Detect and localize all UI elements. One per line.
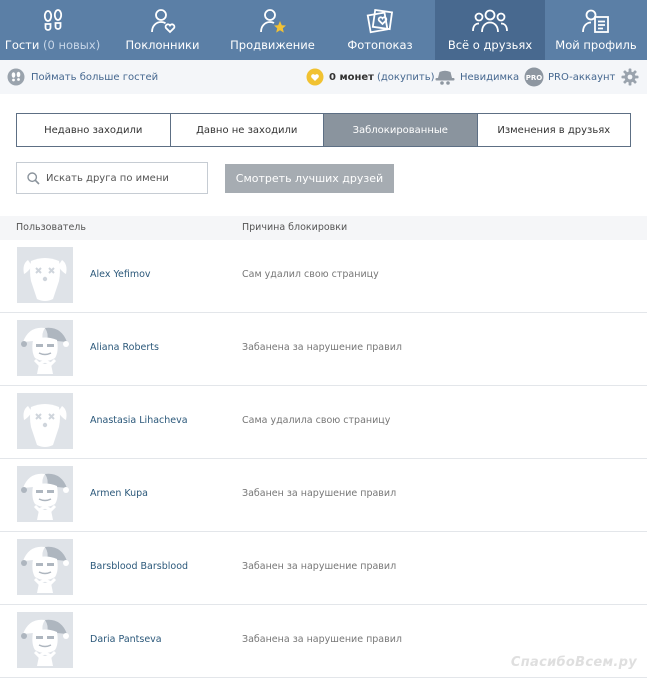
invisible-mode-link[interactable]: Невидимка (435, 60, 519, 94)
tab-long-not-visited[interactable]: Давно не заходили (170, 114, 324, 146)
footprints-badge-icon (7, 68, 25, 86)
catch-guests-link[interactable]: Поймать больше гостей (7, 60, 158, 94)
friend-name-link[interactable]: Aliana Roberts (90, 342, 159, 353)
footprints-icon (43, 9, 62, 31)
banned-jester-icon[interactable] (17, 466, 73, 522)
pro-account-label: PRO-аккаунт (548, 71, 616, 83)
table-row: Armen Kupa Забанен за нарушение правил (0, 459, 647, 532)
tab-recently-visited[interactable]: Недавно заходили (17, 114, 171, 146)
coin-heart-icon (306, 68, 324, 86)
deleted-dog-icon[interactable] (17, 247, 73, 303)
secondary-toolbar: Поймать больше гостей 0 монет (докупить)… (0, 60, 647, 94)
block-reason: Забанена за нарушение правил (242, 634, 402, 645)
tab-guests[interactable]: Гости (0 новых) (0, 0, 105, 60)
tab-my-profile[interactable]: Мой профиль (545, 0, 647, 60)
watermark-text: СпасибоВсем.ру (510, 655, 637, 670)
friend-name-link[interactable]: Daria Pantseva (90, 634, 162, 645)
tab-fans-label: Поклонники (125, 38, 200, 52)
photos-heart-icon (366, 8, 394, 34)
table-header: Пользователь Причина блокировки (0, 216, 647, 240)
deleted-dog-icon[interactable] (17, 393, 73, 449)
tab-photoshow[interactable]: Фотопоказ (325, 0, 435, 60)
spy-hat-icon (435, 70, 455, 85)
tab-all-about-friends-label: Всё о друзьях (447, 38, 533, 52)
buy-coins-link[interactable]: (докупить) (377, 72, 435, 83)
block-reason: Сама удалила свою страницу (242, 415, 391, 426)
column-user: Пользователь (16, 222, 86, 233)
best-friends-button[interactable]: Смотреть лучших друзей (225, 164, 394, 193)
friends-group-icon (472, 9, 508, 33)
friend-name-link[interactable]: Anastasia Lihacheva (90, 415, 188, 426)
tab-fans[interactable]: Поклонники (105, 0, 220, 60)
coins-count: 0 монет (329, 71, 374, 83)
banned-jester-icon[interactable] (17, 539, 73, 595)
invisible-label: Невидимка (460, 71, 520, 83)
gear-icon (621, 68, 639, 86)
block-reason: Забанена за нарушение правил (242, 342, 402, 353)
block-reason: Забанен за нарушение правил (242, 561, 397, 572)
person-heart-icon (150, 9, 175, 34)
banned-jester-icon[interactable] (17, 320, 73, 376)
tab-my-profile-label: Мой профиль (555, 38, 637, 52)
tab-photoshow-label: Фотопоказ (347, 38, 413, 52)
settings-button[interactable] (621, 60, 639, 94)
top-navigation: Гости (0 новых) Поклонники Продвижение Ф… (0, 0, 647, 60)
table-row: Barsblood Barsblood Забанен за нарушение … (0, 532, 647, 605)
tab-promotion[interactable]: Продвижение (220, 0, 325, 60)
catch-guests-label: Поймать больше гостей (31, 71, 159, 83)
friends-filter-tabs: Недавно заходили Давно не заходили Забло… (16, 113, 631, 147)
tab-guests-label: Гости (4, 38, 40, 52)
friend-search-input[interactable] (46, 172, 196, 184)
friend-name-link[interactable]: Armen Kupa (90, 488, 148, 499)
tab-guests-count: (0 новых) (43, 38, 101, 52)
search-icon (27, 171, 40, 185)
tab-blocked[interactable]: Заблокированные (324, 114, 478, 146)
coins-balance[interactable]: 0 монет (докупить) (306, 60, 435, 94)
person-star-icon (259, 9, 286, 33)
table-row: Anastasia Lihacheva Сама удалила свою стр… (0, 386, 647, 459)
tab-friend-changes[interactable]: Изменения в друзьях (477, 114, 630, 146)
table-row: Alex Yefimov Сам удалил свою страницу (0, 240, 647, 313)
banned-jester-icon[interactable] (17, 612, 73, 668)
friend-name-link[interactable]: Barsblood Barsblood (90, 561, 188, 572)
block-reason: Сам удалил свою страницу (242, 269, 379, 280)
column-block-reason: Причина блокировки (242, 222, 348, 233)
profile-card-icon (582, 9, 609, 33)
tab-promotion-label: Продвижение (230, 38, 315, 52)
pro-badge-icon: PRO (524, 67, 544, 87)
table-row: Aliana Roberts Забанена за нарушение прав… (0, 313, 647, 386)
friend-name-link[interactable]: Alex Yefimov (90, 269, 151, 280)
pro-badge-text: PRO (526, 74, 543, 82)
pro-account-link[interactable]: PRO PRO-аккаунт (524, 60, 615, 94)
tab-all-about-friends[interactable]: Всё о друзьях (435, 0, 545, 60)
block-reason: Забанен за нарушение правил (242, 488, 397, 499)
friend-search-box (16, 162, 208, 194)
